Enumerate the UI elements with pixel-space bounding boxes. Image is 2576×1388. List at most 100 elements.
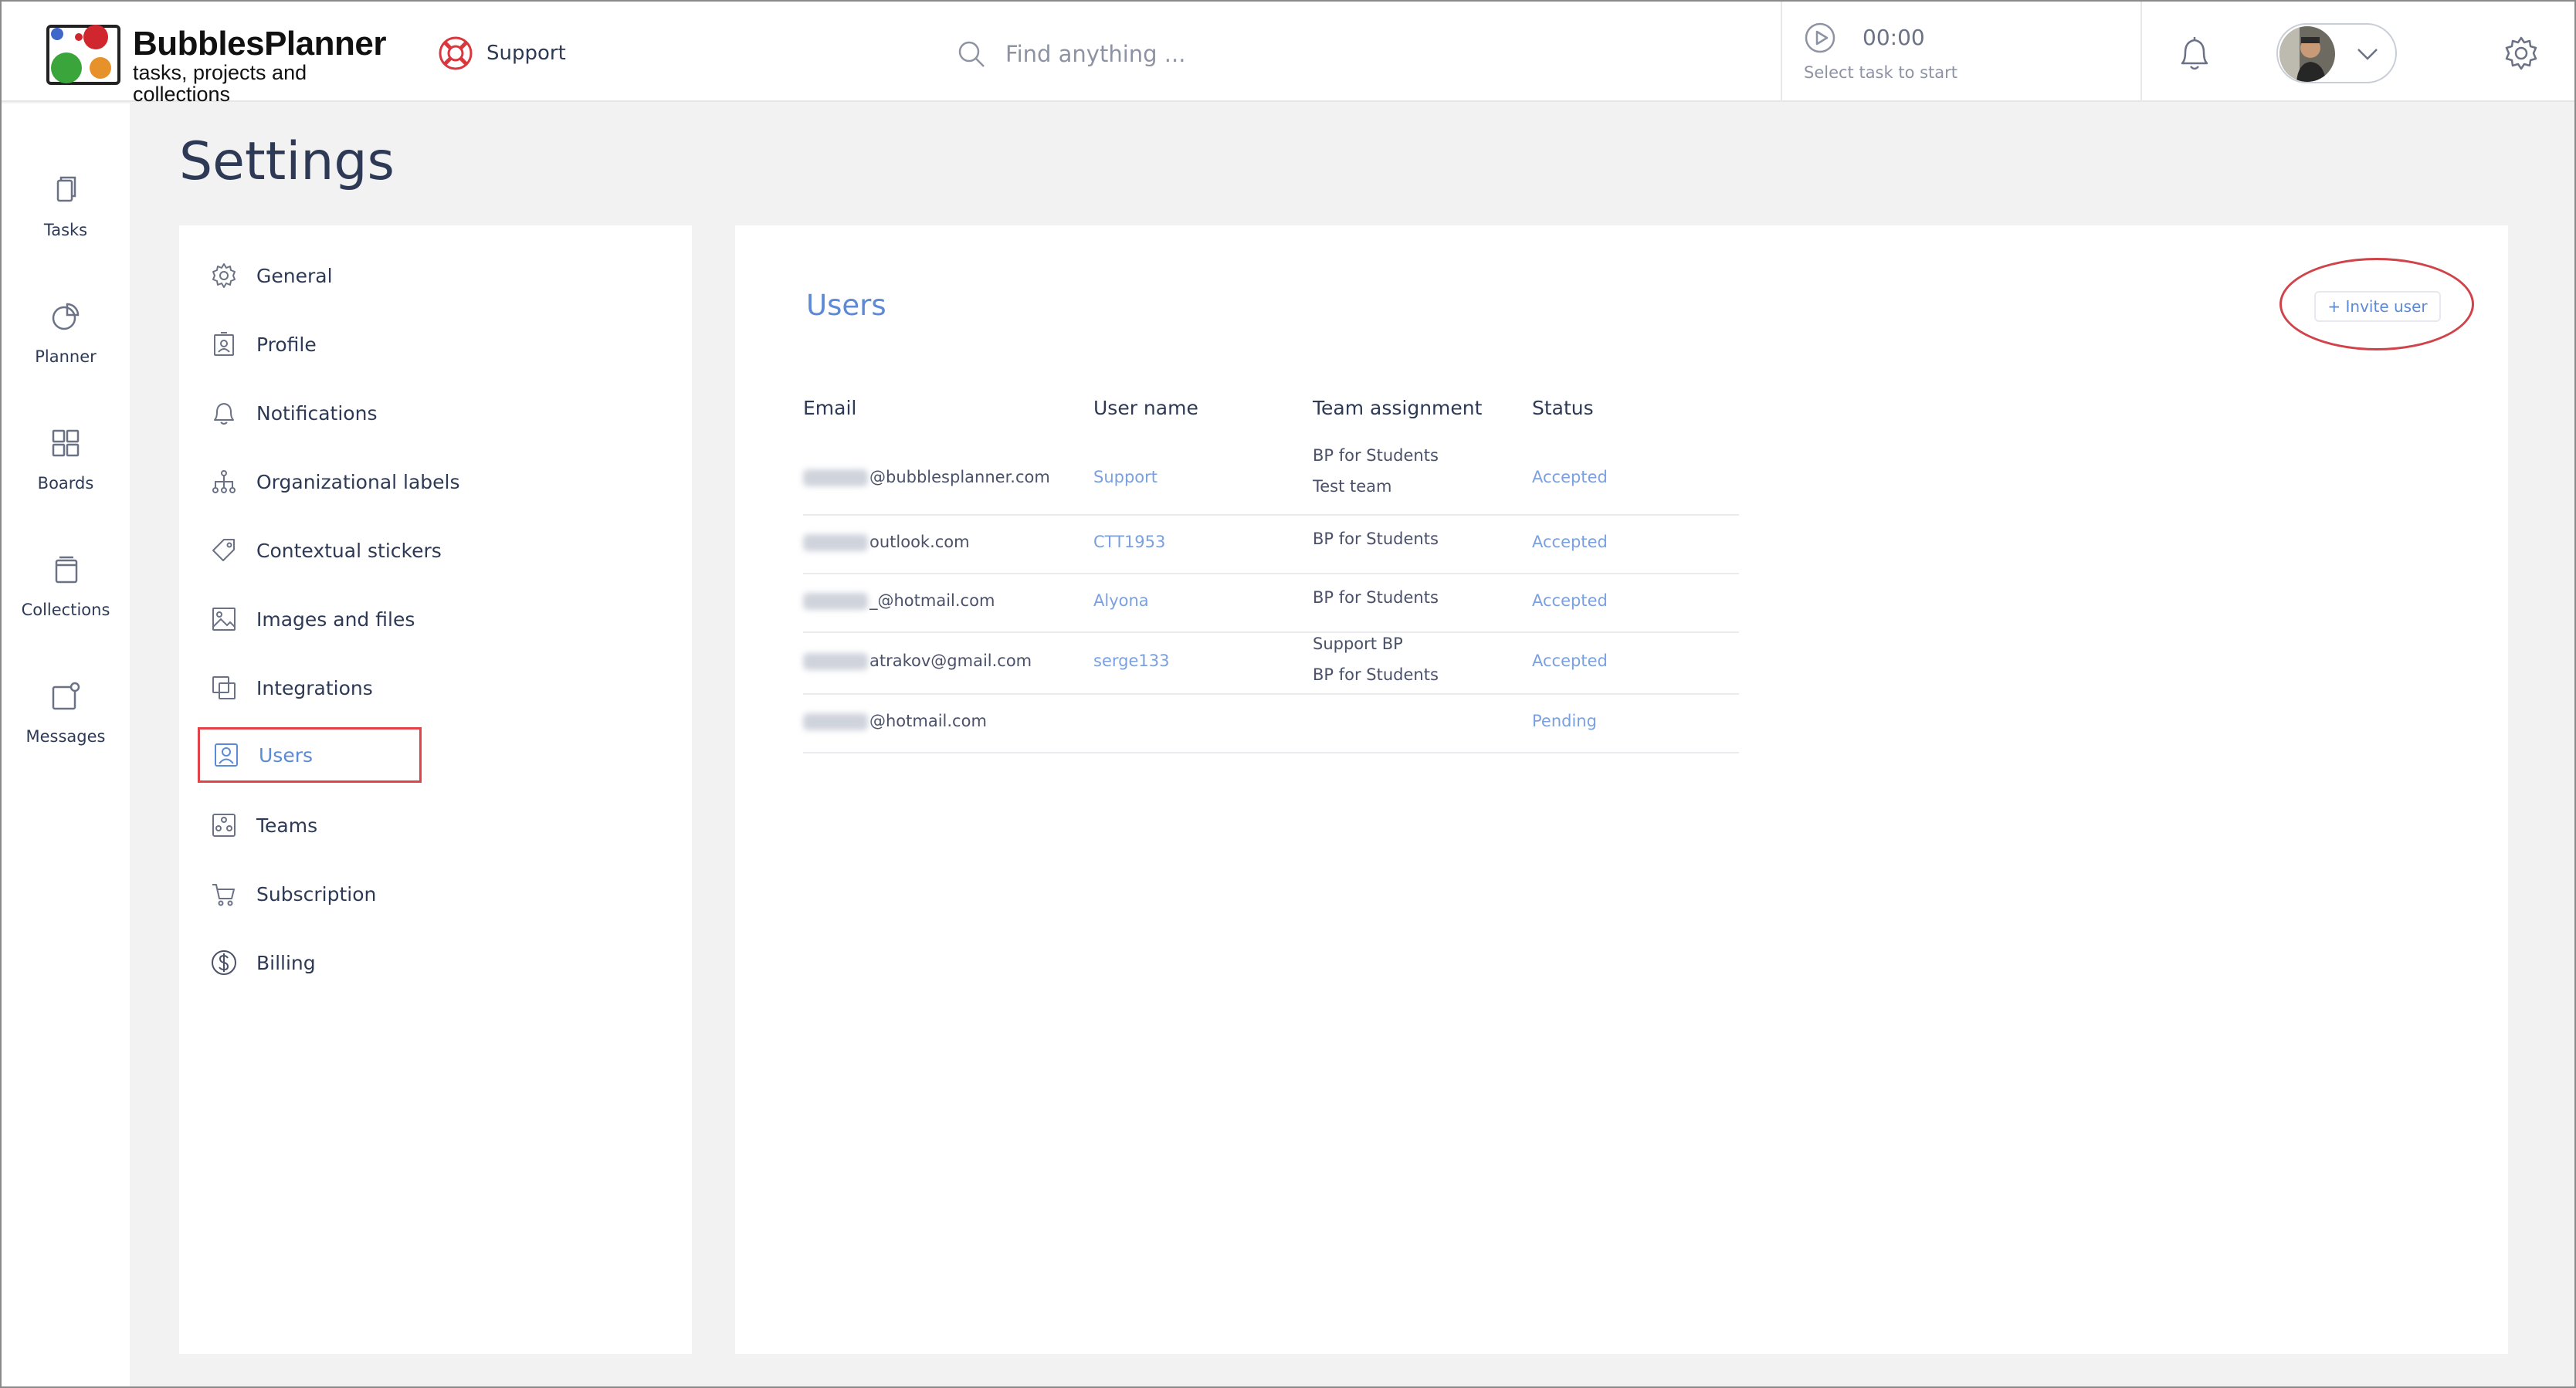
settings-item-images-and-files[interactable]: Images and files xyxy=(198,594,661,645)
invite-highlight: + Invite user xyxy=(2279,258,2474,350)
nav-messages-label: Messages xyxy=(25,727,106,746)
settings-gear-icon[interactable] xyxy=(2503,36,2539,71)
settings-item-integrations-label: Integrations xyxy=(256,676,373,699)
settings-item-billing-label: Billing xyxy=(256,951,316,974)
row-status: Accepted xyxy=(1532,591,1608,610)
task-timer[interactable]: 00:00 Select task to start xyxy=(1781,2,2142,102)
redacted-blur xyxy=(803,653,868,670)
nav-collections[interactable]: Collections xyxy=(2,554,130,655)
settings-item-integrations[interactable]: Integrations xyxy=(198,662,661,713)
timer-time: 00:00 xyxy=(1863,25,1925,50)
settings-menu: General Profile Notifications Organizati… xyxy=(179,225,692,1354)
redacted-blur xyxy=(803,534,868,551)
row-email: _@hotmail.com xyxy=(803,591,995,610)
settings-item-notifications[interactable]: Notifications xyxy=(198,388,661,438)
column-header-email[interactable]: Email xyxy=(803,397,856,419)
row-teams: Support BP BP for Students xyxy=(1313,635,1439,684)
row-email: outlook.com xyxy=(803,533,970,551)
settings-item-profile-label: Profile xyxy=(256,333,317,356)
nav-collections-label: Collections xyxy=(21,601,110,619)
table-row[interactable]: @bubblesplanner.com Support BP for Stude… xyxy=(803,440,1739,516)
search-input[interactable] xyxy=(1005,41,1469,67)
nav-planner[interactable]: Planner xyxy=(2,301,130,401)
user-menu[interactable] xyxy=(2276,23,2397,83)
play-icon[interactable] xyxy=(1804,22,1836,54)
row-username[interactable]: Support xyxy=(1093,468,1158,486)
logo-title: BubblesPlanner xyxy=(133,25,386,63)
image-icon xyxy=(212,608,236,631)
settings-item-images-and-files-label: Images and files xyxy=(256,608,415,631)
profile-icon xyxy=(214,332,234,356)
settings-item-organizational-labels[interactable]: Organizational labels xyxy=(198,456,661,507)
search-icon xyxy=(958,41,985,67)
notifications-bell-icon[interactable] xyxy=(2176,34,2213,74)
teams-icon xyxy=(212,814,236,837)
settings-item-subscription[interactable]: Subscription xyxy=(198,868,661,919)
chevron-down-icon xyxy=(2357,49,2378,60)
settings-item-notifications-label: Notifications xyxy=(256,401,378,425)
nav-tasks-label: Tasks xyxy=(43,221,88,239)
tag-icon xyxy=(212,539,235,561)
row-username[interactable]: Alyona xyxy=(1093,591,1149,610)
settings-item-general[interactable]: General xyxy=(198,250,661,301)
settings-item-billing[interactable]: Billing xyxy=(198,937,661,988)
avatar-photo-icon xyxy=(2279,26,2335,82)
table-row[interactable]: @hotmail.com Pending xyxy=(803,695,1739,753)
cart-icon xyxy=(212,884,235,906)
settings-item-contextual-stickers-label: Contextual stickers xyxy=(256,539,442,562)
row-status: Accepted xyxy=(1532,533,1608,551)
support-label: Support xyxy=(486,42,566,65)
page-title: Settings xyxy=(179,131,395,192)
dollar-icon xyxy=(212,950,236,975)
settings-item-contextual-stickers[interactable]: Contextual stickers xyxy=(198,525,661,576)
support-link[interactable]: Support xyxy=(437,34,566,73)
bell-icon xyxy=(214,403,234,425)
nav-boards[interactable]: Boards xyxy=(2,428,130,528)
row-email: atrakov@gmail.com xyxy=(803,652,1032,670)
column-header-status[interactable]: Status xyxy=(1532,397,1594,419)
column-header-username[interactable]: User name xyxy=(1093,397,1198,419)
settings-item-profile[interactable]: Profile xyxy=(198,319,661,370)
hierarchy-icon xyxy=(212,470,236,493)
nav-messages[interactable]: Messages xyxy=(2,681,130,781)
lifebuoy-icon xyxy=(439,36,473,70)
row-username[interactable]: serge133 xyxy=(1093,652,1169,670)
settings-item-teams-label: Teams xyxy=(256,814,318,837)
row-email: @hotmail.com xyxy=(803,712,987,730)
table-row[interactable]: atrakov@gmail.com serge133 Support BP BP… xyxy=(803,633,1739,695)
tasks-icon xyxy=(56,176,76,202)
invite-user-button[interactable]: + Invite user xyxy=(2314,291,2441,322)
settings-item-teams[interactable]: Teams xyxy=(198,800,661,851)
global-search xyxy=(956,32,1469,76)
messages-icon xyxy=(52,682,80,710)
left-navigation: Tasks Planner Boards Collections Message… xyxy=(2,103,130,1386)
settings-item-general-label: General xyxy=(256,264,333,287)
settings-item-subscription-label: Subscription xyxy=(256,882,377,906)
redacted-blur xyxy=(803,469,868,486)
nav-tasks[interactable]: Tasks xyxy=(2,174,130,275)
integrations-icon xyxy=(212,676,236,699)
bubbles-logo-icon xyxy=(46,25,120,85)
redacted-blur xyxy=(803,713,868,730)
planner-icon xyxy=(52,303,80,330)
row-teams: BP for Students xyxy=(1313,588,1439,607)
users-title: Users xyxy=(806,289,886,322)
row-username[interactable]: CTT1953 xyxy=(1093,533,1165,551)
table-row[interactable]: outlook.com CTT1953 BP for Students Acce… xyxy=(803,516,1739,574)
redacted-blur xyxy=(803,593,868,610)
timer-hint: Select task to start xyxy=(1804,63,1958,82)
row-status: Accepted xyxy=(1532,468,1608,486)
collections-icon xyxy=(55,556,78,584)
avatar xyxy=(2279,26,2335,82)
column-header-team-assignment[interactable]: Team assignment xyxy=(1313,397,1482,419)
app-logo[interactable]: BubblesPlanner tasks, projects and colle… xyxy=(45,22,386,105)
settings-item-organizational-labels-label: Organizational labels xyxy=(256,470,460,493)
gear-icon xyxy=(212,263,236,288)
settings-item-users[interactable]: Users xyxy=(198,727,422,783)
row-status: Pending xyxy=(1532,712,1597,730)
row-status: Accepted xyxy=(1532,652,1608,670)
logo-subtitle: tasks, projects and collections xyxy=(133,61,307,106)
table-row[interactable]: _@hotmail.com Alyona BP for Students Acc… xyxy=(803,574,1739,633)
row-teams: BP for Students xyxy=(1313,530,1439,548)
top-header: BubblesPlanner tasks, projects and colle… xyxy=(2,2,2574,105)
